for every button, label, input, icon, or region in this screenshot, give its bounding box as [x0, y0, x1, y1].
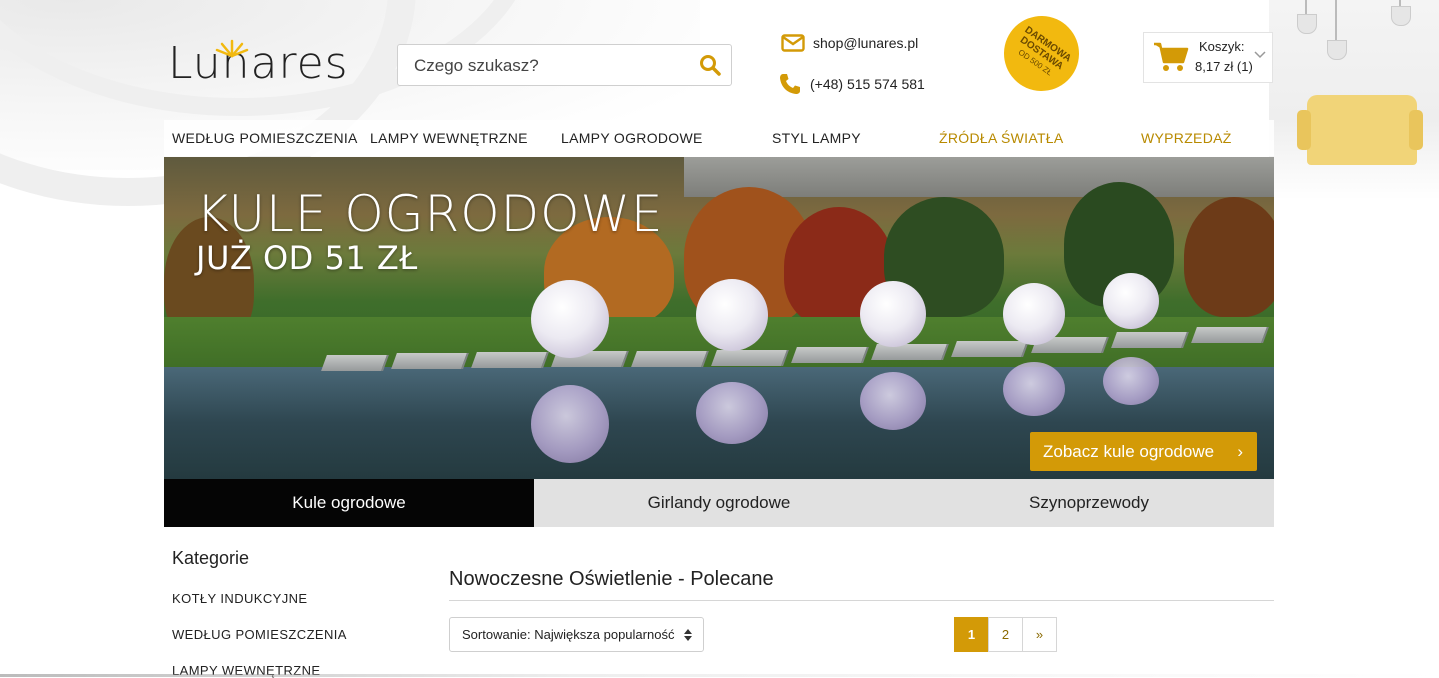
nav-item-garden-lamps[interactable]: LAMPY OGRODOWE: [561, 130, 703, 146]
hero-stone: [631, 351, 709, 367]
nav-item-light-sources[interactable]: ŹRÓDŁA ŚWIATŁA: [939, 130, 1064, 146]
garden-ball-reflection: [696, 382, 768, 444]
page-title: Nowoczesne Oświetlenie - Polecane: [449, 568, 774, 590]
armchair-arm-right: [1409, 110, 1423, 150]
nav-item-indoor-lamps[interactable]: LAMPY WEWNĘTRZNE: [370, 130, 528, 146]
cart-icon: [1154, 42, 1189, 71]
hero-stone: [471, 352, 549, 368]
hero-stone: [1191, 327, 1269, 343]
garden-ball-reflection: [860, 372, 926, 430]
search-icon[interactable]: [699, 54, 721, 76]
hero-stone: [871, 344, 949, 360]
garden-ball: [531, 280, 609, 358]
sort-select[interactable]: Sortowanie: Największa popularność: [449, 617, 704, 652]
hero-stone: [1111, 332, 1189, 348]
search-box: [397, 44, 732, 87]
email-contact[interactable]: shop@lunares.pl: [781, 34, 918, 52]
page-next-button[interactable]: »: [1022, 617, 1057, 652]
logo-text: Lunares: [168, 38, 349, 89]
search-input[interactable]: [398, 45, 696, 87]
email-text[interactable]: shop@lunares.pl: [813, 35, 918, 51]
armchair-decoration: [1307, 95, 1417, 165]
hero-stone: [951, 341, 1029, 357]
pagination: 1 2 »: [954, 617, 1057, 652]
garden-ball: [1103, 273, 1159, 329]
chevron-down-icon[interactable]: [1254, 51, 1266, 59]
garden-ball-reflection: [1003, 362, 1065, 416]
garden-ball: [1003, 283, 1065, 345]
hero-tree: [1184, 197, 1274, 317]
phone-contact[interactable]: (+48) 515 574 581: [778, 72, 925, 96]
tab-garden-balls[interactable]: Kule ogrodowe: [164, 479, 534, 527]
main-navigation: WEDŁUG POMIESZCZENIA LAMPY WEWNĘTRZNE LA…: [164, 120, 1274, 156]
hero-stone: [711, 350, 789, 366]
hero-stone: [391, 353, 469, 369]
hero-subtitle: JUŻ OD 51 ZŁ: [196, 239, 418, 277]
phone-text[interactable]: (+48) 515 574 581: [810, 76, 925, 92]
sort-value: Sortowanie: Największa popularność: [462, 627, 675, 642]
tab-garden-garlands[interactable]: Girlandy ogrodowe: [534, 479, 904, 527]
armchair-arm-left: [1297, 110, 1311, 150]
logo[interactable]: Lunares: [168, 39, 349, 86]
chevron-right-icon: ›: [1237, 442, 1243, 461]
nav-item-sale[interactable]: WYPRZEDAŻ: [1141, 130, 1232, 146]
divider: [449, 600, 1274, 601]
hero-stone: [791, 347, 869, 363]
envelope-icon: [781, 34, 805, 52]
hero-cta-button[interactable]: Zobacz kule ogrodowe ›: [1030, 432, 1257, 471]
cart-widget[interactable]: Koszyk: 8,17 zł (1): [1143, 32, 1273, 83]
nav-item-lamp-style[interactable]: STYL LAMPY: [772, 130, 861, 146]
sort-arrows-icon: [684, 629, 692, 641]
free-shipping-badge: DARMOWA DOSTAWA OD 500 ZŁ: [989, 1, 1094, 106]
garden-ball-reflection: [531, 385, 609, 463]
sun-logo-icon: [215, 39, 249, 58]
hero-tabs: Kule ogrodowe Girlandy ogrodowe Szynoprz…: [164, 479, 1274, 527]
hero-banner[interactable]: KULE OGRODOWE JUŻ OD 51 ZŁ Zobacz kule o…: [164, 157, 1274, 479]
garden-ball-reflection: [1103, 357, 1159, 405]
garden-ball: [860, 281, 926, 347]
phone-icon: [780, 74, 800, 94]
tab-track-lighting[interactable]: Szynoprzewody: [904, 479, 1274, 527]
hero-stone: [321, 355, 389, 371]
page-button-1[interactable]: 1: [954, 617, 989, 652]
cart-label: Koszyk:: [1199, 39, 1245, 54]
cart-value: 8,17 zł (1): [1195, 59, 1253, 74]
garden-ball: [696, 279, 768, 351]
nav-item-by-room[interactable]: WEDŁUG POMIESZCZENIA: [172, 130, 358, 146]
hero-cta-label: Zobacz kule ogrodowe: [1043, 442, 1215, 461]
sidebar-item-induction[interactable]: KOTŁY INDUKCYJNE: [172, 591, 307, 606]
sidebar-item-by-room[interactable]: WEDŁUG POMIESZCZENIA: [172, 627, 347, 642]
hero-title: KULE OGRODOWE: [196, 185, 664, 243]
page-button-2[interactable]: 2: [988, 617, 1023, 652]
sidebar-title: Kategorie: [172, 548, 250, 568]
